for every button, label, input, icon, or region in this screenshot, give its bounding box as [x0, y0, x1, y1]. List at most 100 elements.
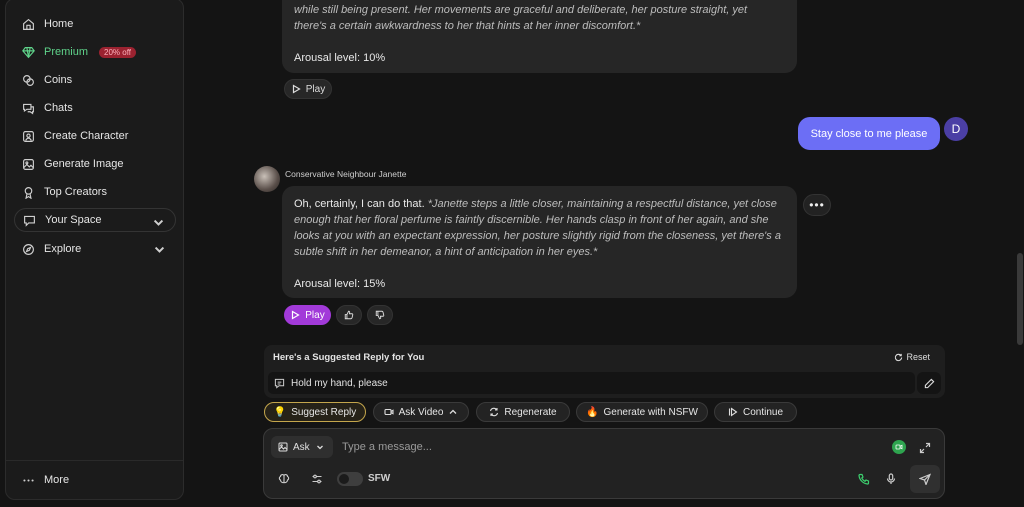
suggested-reply-text: Hold my hand, please	[291, 377, 388, 389]
play-button-active[interactable]: Play	[284, 305, 331, 325]
reset-label: Reset	[906, 352, 930, 362]
sidebar-item-label: Top Creators	[44, 186, 107, 198]
thumbs-down-icon	[375, 310, 385, 320]
message-lead-text: Oh, certainly, I can do that.	[294, 198, 425, 210]
video-call-icon	[895, 444, 903, 450]
sidebar-item-label: Coins	[44, 74, 73, 86]
sidebar: Home Premium 20% off Coins Chats Create …	[5, 0, 184, 500]
sidebar-item-label: Chats	[44, 102, 73, 114]
user-avatar-letter: D	[951, 122, 961, 136]
message-square-icon	[274, 378, 285, 389]
sidebar-divider	[6, 460, 183, 461]
continue-label: Continue	[742, 406, 784, 418]
fire-icon: 🔥	[586, 406, 599, 418]
expand-icon	[919, 442, 931, 454]
character-avatar[interactable]	[254, 166, 280, 192]
ask-video-button[interactable]: Ask Video	[373, 402, 469, 422]
sidebar-item-home[interactable]: Home	[14, 11, 176, 37]
regenerate-label: Regenerate	[504, 406, 557, 418]
send-button[interactable]	[910, 465, 940, 493]
regenerate-icon	[490, 407, 499, 417]
sidebar-item-explore[interactable]: Explore	[14, 236, 176, 262]
ellipsis-icon: •••	[809, 198, 825, 212]
continue-button[interactable]: Continue	[714, 402, 797, 422]
home-icon	[23, 18, 34, 30]
chat-bubble-icon	[24, 215, 35, 227]
sidebar-item-label: Create Character	[44, 130, 129, 142]
user-message-bubble: Stay close to me please	[798, 117, 940, 150]
sfw-toggle[interactable]	[337, 472, 363, 486]
sidebar-item-top-creators[interactable]: Top Creators	[14, 179, 176, 205]
scrollbar-thumb[interactable]	[1017, 253, 1023, 345]
page-scrollbar[interactable]	[1016, 0, 1024, 507]
message-narration: while still being present. Her movements…	[294, 4, 748, 16]
call-button[interactable]	[854, 470, 874, 488]
suggested-reply-option[interactable]: Hold my hand, please	[268, 372, 915, 394]
sidebar-item-label: Generate Image	[44, 158, 124, 170]
create-character-icon	[23, 130, 34, 142]
chevron-up-icon	[449, 409, 457, 414]
play-label: Play	[305, 83, 326, 95]
pencil-icon	[924, 378, 934, 388]
trophy-icon	[24, 186, 33, 199]
ai-model-button[interactable]	[274, 470, 294, 488]
settings-sliders-button[interactable]	[307, 470, 327, 488]
sidebar-item-premium[interactable]: Premium 20% off	[14, 39, 176, 65]
skip-forward-icon	[728, 407, 738, 417]
play-icon	[292, 84, 301, 94]
sidebar-item-label: Premium	[44, 46, 89, 58]
send-icon	[919, 473, 931, 485]
microphone-button[interactable]	[881, 470, 901, 488]
expand-button[interactable]	[916, 439, 934, 457]
chat-icon	[23, 103, 34, 114]
sidebar-item-label: Your Space	[45, 214, 102, 226]
microphone-icon	[886, 473, 896, 484]
chevron-down-icon	[154, 246, 165, 253]
arousal-level: Arousal level: 10%	[294, 52, 386, 64]
play-button[interactable]: Play	[284, 79, 332, 99]
ask-mode-label: Ask	[293, 441, 310, 453]
arousal-level: Arousal level: 15%	[294, 278, 386, 290]
sidebar-item-label: Home	[44, 18, 74, 30]
ask-video-label: Ask Video	[398, 406, 444, 418]
suggested-reply-title: Here's a Suggested Reply for You	[273, 352, 425, 363]
sidebar-item-your-space[interactable]: Your Space	[14, 208, 176, 232]
character-message-bubble: Oh, certainly, I can do that. *Janette s…	[282, 186, 797, 298]
sidebar-item-create-character[interactable]: Create Character	[14, 123, 176, 149]
generate-nsfw-button[interactable]: 🔥 Generate with NSFW	[576, 402, 708, 422]
message-options-button[interactable]: •••	[803, 194, 831, 216]
video-call-button[interactable]	[892, 440, 906, 454]
sidebar-item-generate-image[interactable]: Generate Image	[14, 151, 176, 177]
play-label: Play	[305, 309, 325, 321]
generate-nsfw-label: Generate with NSFW	[603, 406, 698, 418]
refresh-icon	[895, 353, 903, 361]
message-input[interactable]	[342, 438, 862, 456]
sidebar-item-coins[interactable]: Coins	[14, 67, 176, 93]
message-composer: Ask SFW	[263, 428, 945, 499]
previous-message-bubble: while still being present. Her movements…	[282, 0, 797, 73]
sidebar-more-button[interactable]: More	[14, 467, 176, 493]
compass-icon	[23, 243, 34, 255]
play-icon	[292, 310, 300, 320]
ask-mode-dropdown[interactable]: Ask	[271, 436, 333, 458]
sidebar-item-chats[interactable]: Chats	[14, 95, 176, 121]
thumbs-down-button[interactable]	[367, 305, 393, 325]
sfw-label: SFW	[368, 473, 391, 484]
image-icon	[278, 442, 288, 452]
lightbulb-icon: 💡	[273, 406, 287, 418]
sliders-icon	[312, 474, 322, 484]
suggested-reply-panel: Here's a Suggested Reply for You Reset H…	[264, 345, 945, 398]
coins-icon	[23, 74, 34, 86]
image-icon	[23, 158, 34, 170]
brain-icon	[278, 474, 290, 484]
regenerate-button[interactable]: Regenerate	[476, 402, 570, 422]
message-narration: there's a certain awkwardness to her tha…	[294, 20, 641, 32]
thumbs-up-button[interactable]	[336, 305, 362, 325]
edit-reply-button[interactable]	[917, 372, 941, 394]
user-message-text: Stay close to me please	[810, 127, 928, 140]
chevron-down-icon	[153, 219, 164, 226]
suggest-reply-button[interactable]: 💡 Suggest Reply	[264, 402, 366, 422]
chevron-down-icon	[316, 445, 323, 450]
user-avatar[interactable]: D	[944, 117, 968, 141]
reset-button[interactable]: Reset	[894, 352, 930, 362]
